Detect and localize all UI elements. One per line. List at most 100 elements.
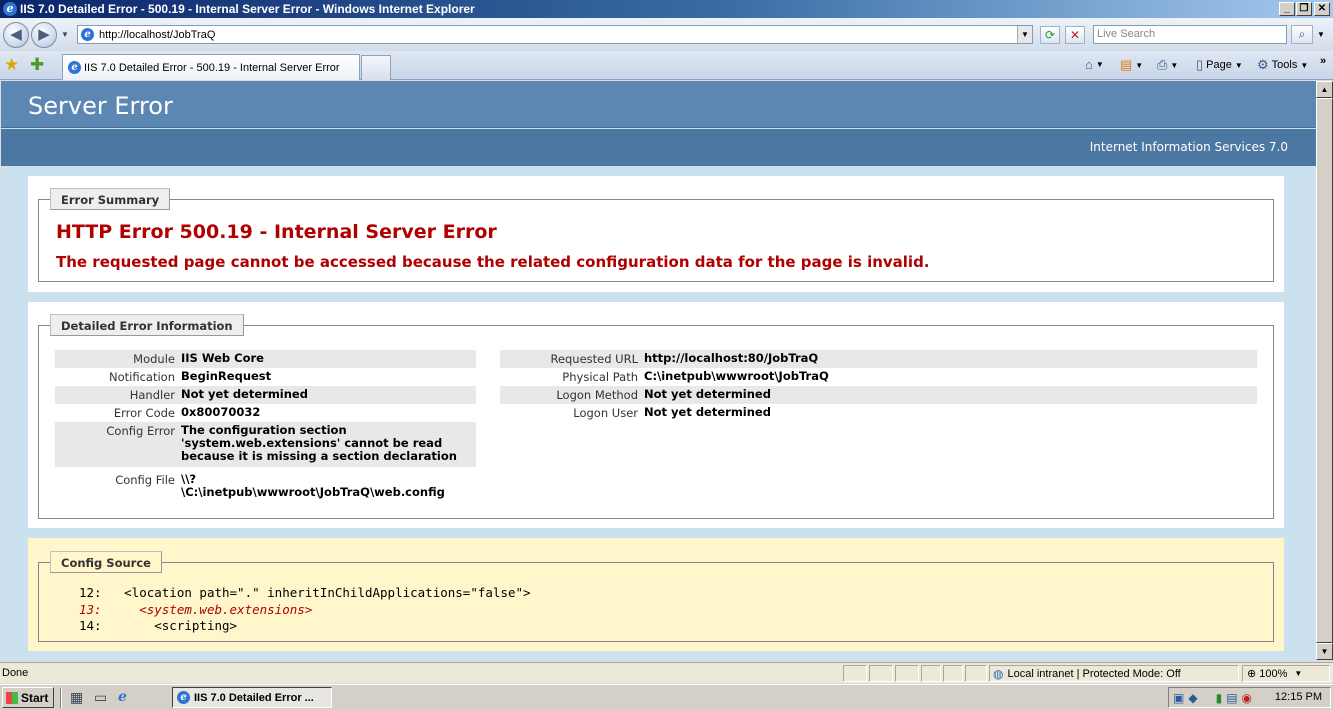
detail-row-notification: Notification BeginRequest <box>109 369 272 385</box>
show-desktop-icon[interactable]: ▭ <box>94 689 107 706</box>
minimize-button[interactable]: _ <box>1279 2 1295 16</box>
add-favorites-icon[interactable]: ✚ <box>30 55 44 75</box>
toolbar-overflow-chevron[interactable]: » <box>1320 55 1326 67</box>
page-icon: ▯ <box>1196 57 1204 72</box>
zone-text: Local intranet | Protected Mode: Off <box>1007 667 1181 680</box>
code-line-highlighted: 13: <system.web.extensions> <box>79 601 313 617</box>
feeds-button[interactable]: ▤ ▼ <box>1120 57 1143 73</box>
tools-menu[interactable]: ⚙ Tools ▼ <box>1257 57 1308 73</box>
tray-network-icon[interactable]: ▣ <box>1173 691 1184 705</box>
scroll-down-arrow[interactable]: ▼ <box>1316 643 1333 660</box>
detail-row-config-error: Config Error The configuration section'sy… <box>55 422 476 467</box>
iis-version: Internet Information Services 7.0 <box>1089 140 1288 154</box>
config-source-fieldset: Config Source 12: <location path="." inh… <box>38 551 1274 642</box>
tab-label: IIS 7.0 Detailed Error - 500.19 - Intern… <box>84 61 340 74</box>
windows-logo-icon <box>6 691 18 704</box>
refresh-icon: ⟳ <box>1044 28 1056 42</box>
tray-monitor-icon[interactable]: ▤ <box>1226 691 1237 705</box>
detailed-error-panel: Detailed Error Information Module IIS Web… <box>28 302 1284 528</box>
detail-row-logon-user: Logon User Not yet determined <box>573 405 771 421</box>
globe-icon: ◍ <box>993 666 1004 681</box>
search-icon: ⌕ <box>1298 27 1306 41</box>
zoom-dropdown[interactable]: ▼ <box>1294 669 1302 678</box>
maximize-button[interactable]: ❐ <box>1296 2 1312 16</box>
taskbar: Start ▦ ▭ e e IIS 7.0 Detailed Error ...… <box>0 684 1333 710</box>
search-button[interactable]: ⌕ <box>1291 25 1313 44</box>
system-tray: ▣ ◆ ▮ ▤ ◉ 12:15 PM <box>1168 687 1331 708</box>
tab-active[interactable]: e IIS 7.0 Detailed Error - 500.19 - Inte… <box>62 54 360 80</box>
page-title: Server Error <box>28 92 173 120</box>
taskbar-ie-window[interactable]: e IIS 7.0 Detailed Error ... <box>172 687 332 708</box>
config-source-legend: Config Source <box>50 551 162 573</box>
status-bar: Done ◍ Local intranet | Protected Mode: … <box>0 662 1333 683</box>
config-source-code: 12: <location path="." inheritInChildApp… <box>79 585 531 635</box>
detail-row-requested-url: Requested URL http://localhost:80/JobTraQ <box>500 350 1257 368</box>
error-summary-panel: Error Summary HTTP Error 500.19 - Intern… <box>28 176 1284 292</box>
scroll-thumb[interactable] <box>1316 98 1333 643</box>
tray-device-icon[interactable]: ▮ <box>1216 691 1223 705</box>
zoom-level: 100% <box>1259 667 1288 680</box>
window-title: IIS 7.0 Detailed Error - 500.19 - Intern… <box>20 2 475 16</box>
history-dropdown[interactable]: ▼ <box>61 30 69 39</box>
status-cell <box>921 665 941 682</box>
status-text: Done <box>2 667 29 679</box>
forward-icon: ▶ <box>38 26 50 43</box>
status-cell <box>965 665 987 682</box>
tab-row: ★ ✚ e IIS 7.0 Detailed Error - 500.19 - … <box>0 51 1333 80</box>
start-button[interactable]: Start <box>2 687 54 708</box>
zoom-control[interactable]: ⊕ 100% ▼ <box>1242 665 1330 682</box>
details-left-table: Module IIS Web Core Notification BeginRequ… <box>55 350 476 501</box>
new-tab-button[interactable] <box>361 55 391 80</box>
clock[interactable]: 12:15 PM <box>1275 691 1322 703</box>
browser-window: e IIS 7.0 Detailed Error - 500.19 - Inte… <box>0 0 1333 710</box>
search-input[interactable]: Live Search <box>1093 25 1287 44</box>
ie-icon: e <box>81 28 94 41</box>
ie-icon: e <box>68 61 81 74</box>
error-summary-legend: Error Summary <box>50 188 171 210</box>
error-description: The requested page cannot be accessed be… <box>56 253 930 271</box>
status-cell <box>869 665 893 682</box>
security-zone[interactable]: ◍ Local intranet | Protected Mode: Off <box>989 665 1239 682</box>
address-bar-row: ◀ ▶ ▼ e http://localhost/JobTraQ ▼ ⟳ ✕ L… <box>0 18 1333 51</box>
stop-button[interactable]: ✕ <box>1065 26 1085 44</box>
iis-subheader: Internet Information Services 7.0 <box>1 129 1316 166</box>
address-url: http://localhost/JobTraQ <box>99 28 216 41</box>
address-field[interactable]: e http://localhost/JobTraQ ▼ <box>77 25 1033 44</box>
server-manager-icon[interactable]: ▦ <box>70 689 83 706</box>
detail-row-physical-path: Physical Path C:\inetpub\wwwroot\JobTraQ <box>562 369 829 385</box>
print-icon: ⎙ <box>1157 57 1168 72</box>
page-menu[interactable]: ▯ Page ▼ <box>1196 57 1243 73</box>
error-title: HTTP Error 500.19 - Internal Server Erro… <box>56 221 497 243</box>
code-line: 12: <location path="." inheritInChildApp… <box>79 585 531 600</box>
close-button[interactable]: ✕ <box>1314 2 1330 16</box>
scroll-up-arrow[interactable]: ▲ <box>1316 81 1333 98</box>
detailed-error-legend: Detailed Error Information <box>50 314 244 336</box>
ie-quicklaunch-icon[interactable]: e <box>118 689 127 705</box>
code-line: 14: <scripting> <box>79 618 238 633</box>
detail-row-config-file: Config File \\? \C:\inetpub\wwwroot\JobTra… <box>115 472 445 499</box>
refresh-button[interactable]: ⟳ <box>1040 26 1060 44</box>
detail-row-error-code: Error Code 0x80070032 <box>113 405 261 421</box>
back-icon: ◀ <box>10 26 22 43</box>
status-cell <box>943 665 963 682</box>
server-error-header: Server Error <box>1 81 1316 128</box>
title-bar: e IIS 7.0 Detailed Error - 500.19 - Inte… <box>0 0 1333 18</box>
feeds-icon: ▤ <box>1120 57 1133 72</box>
forward-button[interactable]: ▶ <box>31 22 57 48</box>
error-summary-fieldset: Error Summary HTTP Error 500.19 - Intern… <box>38 188 1274 282</box>
zoom-icon: ⊕ <box>1247 668 1257 680</box>
home-button[interactable]: ⌂ ▼ <box>1085 57 1104 72</box>
page-content: Server Error Internet Information Servic… <box>1 81 1316 660</box>
detailed-error-fieldset: Detailed Error Information Module IIS Web… <box>38 314 1274 519</box>
favorites-star-icon[interactable]: ★ <box>4 55 19 75</box>
back-button[interactable]: ◀ <box>3 22 29 48</box>
ie-icon: e <box>3 2 17 16</box>
vertical-scrollbar[interactable]: ▲ ▼ <box>1316 81 1333 660</box>
print-button[interactable]: ⎙ ▼ <box>1157 57 1178 73</box>
tray-shield-icon[interactable]: ◆ <box>1188 691 1197 705</box>
tools-gear-icon: ⚙ <box>1257 57 1269 72</box>
address-dropdown[interactable]: ▼ <box>1017 26 1032 43</box>
search-options-dropdown[interactable]: ▼ <box>1317 30 1325 39</box>
stop-icon: ✕ <box>1069 28 1081 42</box>
tray-volume-icon[interactable]: ◉ <box>1242 691 1252 705</box>
